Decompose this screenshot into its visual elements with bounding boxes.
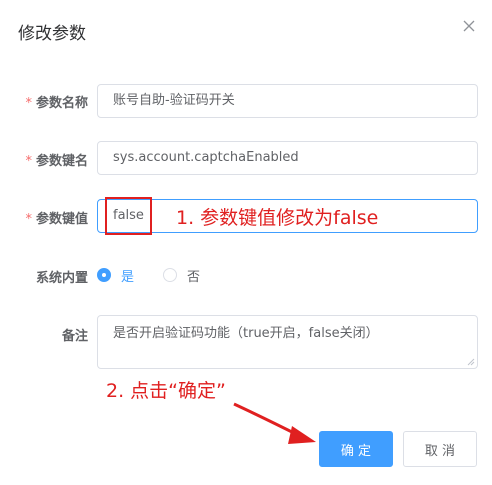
dialog-title: 修改参数 (18, 24, 86, 44)
radio-no-label: 否 (187, 269, 201, 285)
radio-unchecked-icon (163, 268, 178, 282)
builtin-label: 系统内置 (35, 271, 88, 286)
required-mark: * (25, 96, 32, 111)
remark-text: 是否开启验证码功能（true开启，false关闭） (113, 326, 379, 341)
resize-grip-icon[interactable] (467, 358, 475, 366)
builtin-radio-group: 是 否 (97, 266, 229, 285)
param-key-input[interactable]: sys.account.captchaEnabled (97, 141, 478, 175)
remark-textarea[interactable]: 是否开启验证码功能（true开启，false关闭） (97, 315, 478, 369)
param-value-label: * 参数键值 (0, 208, 88, 227)
radio-no[interactable]: 否 (163, 266, 200, 285)
param-value-label-text: 参数键值 (35, 212, 88, 227)
required-mark: * (25, 154, 32, 169)
annotation-step-2: 2. 点击“确定” (106, 380, 226, 402)
param-name-label-text: 参数名称 (35, 96, 88, 111)
radio-yes-label: 是 (121, 269, 135, 285)
annotation-step-1: 1. 参数键值修改为false (176, 207, 379, 229)
radio-checked-icon (97, 268, 111, 282)
confirm-button[interactable]: 确 定 (319, 431, 393, 467)
param-name-input[interactable]: 账号自助-验证码开关 (97, 84, 478, 118)
param-key-label: * 参数键名 (0, 150, 88, 169)
param-name-label: * 参数名称 (0, 92, 88, 111)
remark-label: 备注 (61, 329, 88, 344)
annotation-arrow-icon (233, 402, 316, 444)
close-icon[interactable] (461, 18, 477, 34)
edit-parameter-dialog: 修改参数 * 参数名称 账号自助-验证码开关 * 参数键名 sys.account.… (0, 0, 492, 485)
required-mark: * (25, 212, 32, 227)
param-key-label-text: 参数键名 (35, 154, 88, 169)
cancel-button[interactable]: 取 消 (403, 431, 477, 467)
annotation-highlight-box (105, 197, 152, 235)
radio-yes[interactable]: 是 (97, 266, 134, 285)
